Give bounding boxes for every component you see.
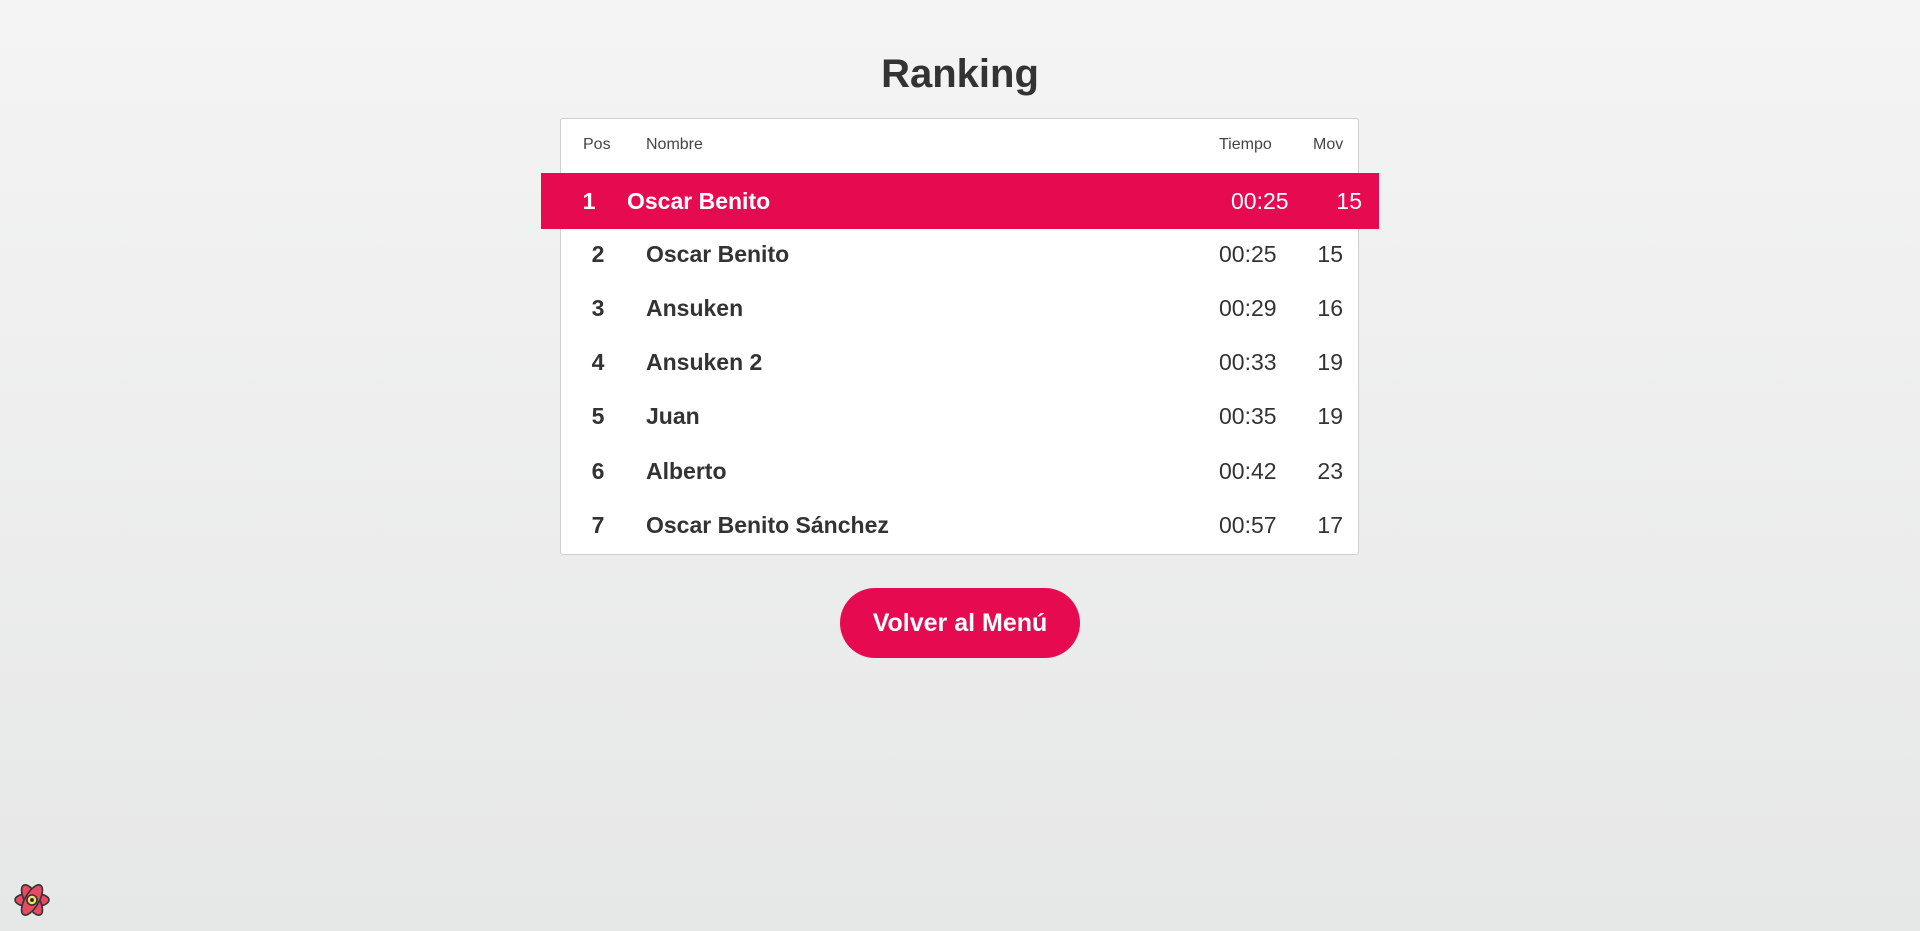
row-mov: 19: [1317, 349, 1343, 375]
table-header: Pos Nombre Tiempo Mov: [561, 119, 1358, 173]
row-time: 00:29: [1219, 295, 1277, 321]
row-time: 00:42: [1219, 458, 1277, 484]
row-pos: 3: [591, 295, 605, 321]
row-name: Ansuken: [646, 295, 744, 321]
row-name: Juan: [646, 403, 700, 429]
table-row: 4 Ansuken 2 00:33 19: [561, 335, 1358, 389]
row-name: Alberto: [646, 458, 727, 484]
row-mov: 17: [1317, 512, 1343, 538]
ranking-table: Pos Nombre Tiempo Mov 1 Oscar Benito 00:…: [541, 118, 1379, 555]
row-mov: 15: [1336, 188, 1362, 214]
table-row: 5 Juan 00:35 19: [561, 389, 1358, 443]
table-row: 7 Oscar Benito Sánchez 00:57 17: [561, 498, 1358, 552]
row-time: 00:33: [1219, 349, 1277, 375]
table-row-highlighted: 1 Oscar Benito 00:25 15: [541, 173, 1379, 229]
row-name: Oscar Benito: [646, 241, 790, 267]
row-time: 00:25: [1219, 241, 1277, 267]
header-pos: Pos: [583, 136, 611, 153]
row-mov: 15: [1317, 241, 1343, 267]
row-time: 00:57: [1219, 512, 1277, 538]
row-pos: 4: [591, 349, 605, 375]
header-time: Tiempo: [1219, 136, 1272, 153]
row-pos: 7: [591, 512, 605, 538]
row-pos: 2: [591, 241, 605, 267]
header-mov: Mov: [1313, 136, 1344, 153]
row-name: Oscar Benito: [627, 188, 771, 214]
table-row: 2 Oscar Benito 00:25 15: [561, 227, 1358, 281]
react-icon[interactable]: [10, 878, 54, 922]
row-mov: 23: [1317, 458, 1343, 484]
row-mov: 19: [1317, 403, 1343, 429]
row-name: Ansuken 2: [646, 349, 763, 375]
row-mov: 16: [1317, 295, 1343, 321]
row-name: Oscar Benito Sánchez: [646, 512, 889, 538]
header-name: Nombre: [646, 136, 703, 153]
row-pos: 6: [591, 458, 605, 484]
table-row: 6 Alberto 00:42 23: [561, 444, 1358, 498]
row-pos: 5: [591, 403, 605, 429]
page-title: Ranking: [881, 52, 1039, 96]
table-row: 3 Ansuken 00:29 16: [561, 281, 1358, 335]
row-pos: 1: [582, 188, 596, 214]
back-to-menu-button[interactable]: Volver al Menú: [840, 588, 1080, 658]
row-time: 00:25: [1231, 188, 1289, 214]
row-time: 00:35: [1219, 403, 1277, 429]
